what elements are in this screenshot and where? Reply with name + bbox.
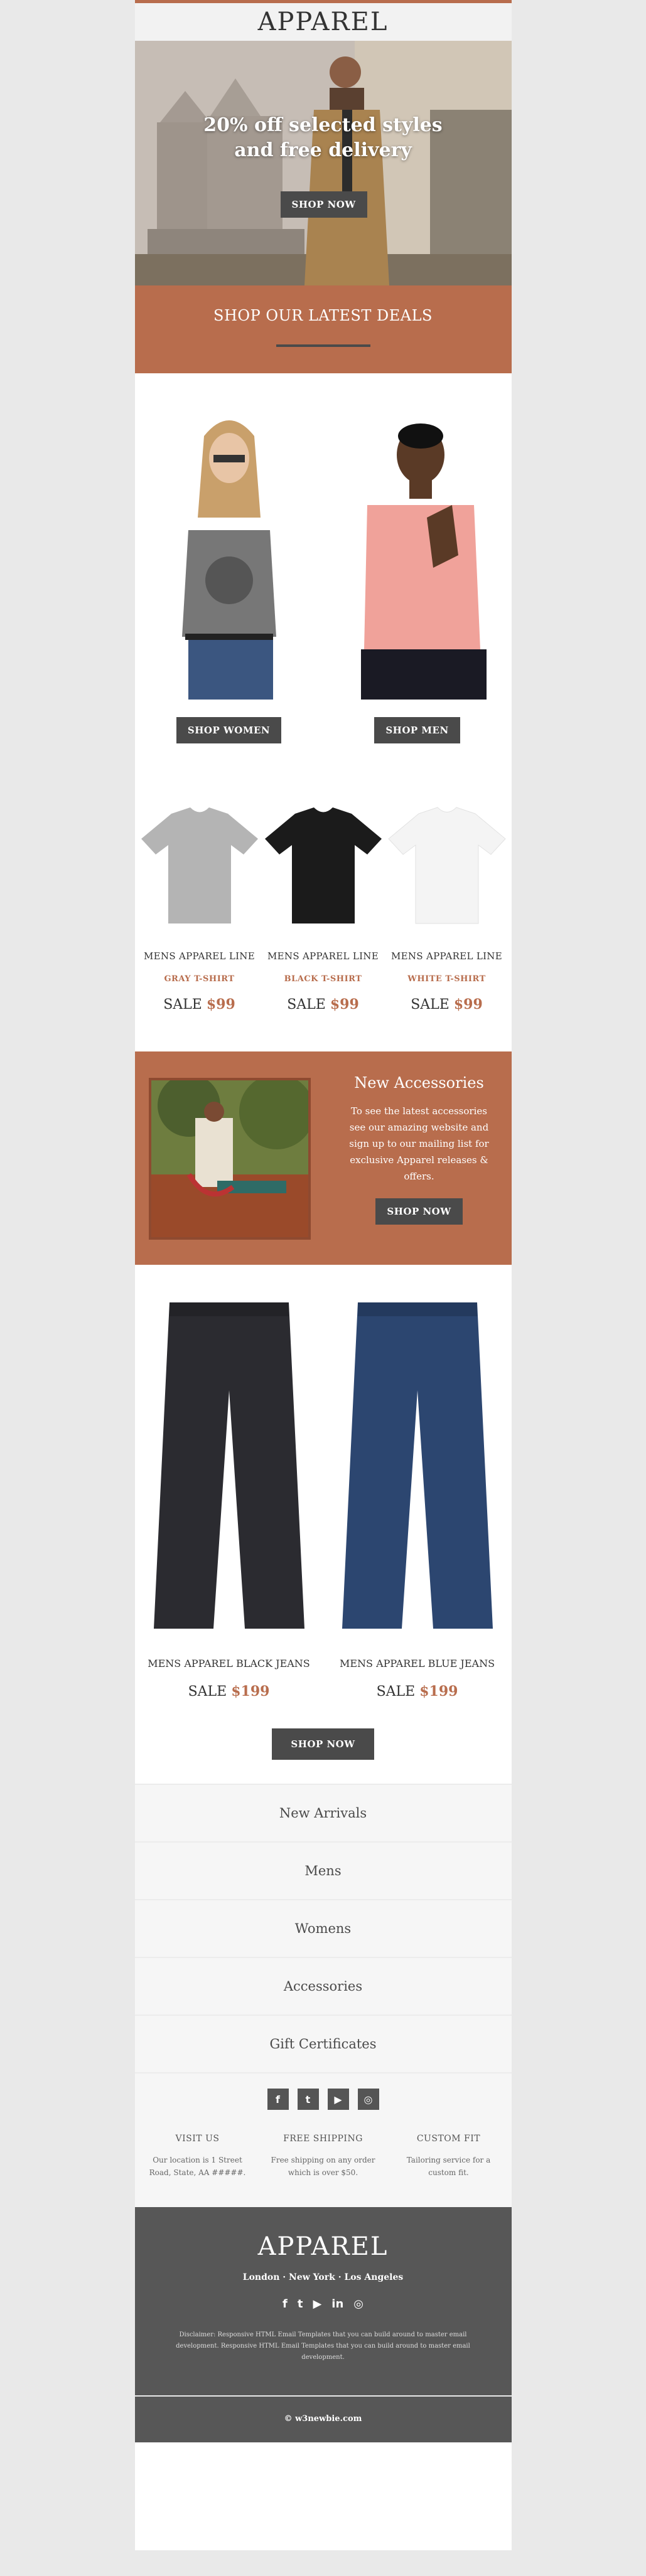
product-name: MENS APPAREL BLUE JEANS <box>339 1658 495 1669</box>
accessories-photo[interactable] <box>148 1078 311 1240</box>
menu-item-new-arrivals[interactable]: New Arrivals <box>134 1784 512 1841</box>
product-variant: BLACK T-SHIRT <box>284 974 362 984</box>
product-price: SALE $199 <box>138 1683 320 1700</box>
accessories-content: New Accessories To see the latest access… <box>342 1074 497 1225</box>
twitter-icon[interactable]: t <box>297 2089 319 2110</box>
menu-item-womens[interactable]: Womens <box>134 1899 512 1957</box>
footer-logo[interactable]: APPAREL <box>135 2207 512 2261</box>
product-card[interactable]: MENS APPAREL BLUE JEANS SALE $199 <box>326 1302 509 1700</box>
product-card[interactable]: MENS APPAREL BLACK JEANS SALE $199 <box>138 1302 320 1700</box>
featured-women: SHOP WOMEN <box>138 398 320 743</box>
product-name: MENS APPAREL LINE <box>144 950 255 962</box>
sale-label: SALE <box>287 997 326 1013</box>
logo[interactable]: APPAREL <box>258 8 389 36</box>
info-body: Free shipping on any order which is over… <box>271 2156 375 2177</box>
facebook-icon[interactable]: f <box>267 2089 289 2110</box>
sale-label: SALE <box>376 1684 416 1700</box>
instagram-icon[interactable]: ◎ <box>353 2297 363 2311</box>
info-visit-us: VISIT US Our location is 1 Street Road, … <box>141 2134 254 2207</box>
hero-headline-line1: 20% off selected styles <box>203 114 443 136</box>
sale-label: SALE <box>411 997 450 1013</box>
black-jeans-image <box>153 1302 304 1629</box>
youtube-icon[interactable]: ▶ <box>327 2089 349 2110</box>
facebook-icon[interactable]: f <box>283 2297 288 2311</box>
white-tshirt-image <box>387 807 506 924</box>
info-custom-fit: CUSTOM FIT Tailoring service for a custo… <box>392 2134 505 2207</box>
black-tshirt-image <box>264 807 382 923</box>
deals-title: SHOP OUR LATEST DEALS <box>213 307 433 324</box>
jeans-shop-now-button[interactable]: SHOP NOW <box>272 1728 374 1760</box>
sale-label: SALE <box>163 997 202 1013</box>
jeans-grid: MENS APPAREL BLACK JEANS SALE $199 MENS … <box>135 1302 512 1700</box>
accessories-title: New Accessories <box>354 1074 484 1092</box>
men-photo[interactable] <box>332 398 502 700</box>
youtube-icon[interactable]: ▶ <box>313 2297 321 2311</box>
footer-disclaimer: Disclaimer: Responsive HTML Email Templa… <box>176 2331 470 2361</box>
price-value: $99 <box>330 996 359 1013</box>
menu-item-gift-certificates[interactable]: Gift Certificates <box>134 2014 512 2072</box>
shop-women-button[interactable]: SHOP WOMEN <box>176 717 282 743</box>
footer-social-icons: f t ▶ in ◎ <box>135 2297 512 2311</box>
header: APPAREL <box>134 3 512 41</box>
social-links: f t ▶ ◎ <box>134 2072 512 2110</box>
info-free-shipping: FREE SHIPPING Free shipping on any order… <box>267 2134 380 2207</box>
product-variant: WHITE T-SHIRT <box>407 974 486 984</box>
footer-divider <box>134 2395 512 2397</box>
info-heading: CUSTOM FIT <box>416 2134 481 2144</box>
product-card[interactable]: MENS APPAREL LINE WHITE T-SHIRT SALE $99 <box>387 801 507 1013</box>
footer: APPAREL London · New York · Los Angeles … <box>134 2207 512 2442</box>
product-price: SALE $199 <box>326 1683 509 1700</box>
hero-headline-line2: and free delivery <box>234 139 412 161</box>
twitter-icon[interactable]: t <box>298 2297 303 2311</box>
price-value: $199 <box>231 1683 270 1700</box>
women-photo[interactable] <box>144 398 314 700</box>
product-name: MENS APPAREL LINE <box>391 950 502 962</box>
product-variant: GRAY T-SHIRT <box>164 974 235 984</box>
jeans-cta: SHOP NOW <box>135 1728 512 1760</box>
deals-divider <box>276 344 370 347</box>
gray-tshirt-image <box>141 807 258 923</box>
price-value: $99 <box>453 996 483 1013</box>
product-name: MENS APPAREL BLACK JEANS <box>148 1658 310 1669</box>
info-heading: VISIT US <box>175 2134 220 2144</box>
price-value: $99 <box>206 996 235 1013</box>
accessories-shop-now-button[interactable]: SHOP NOW <box>375 1198 463 1225</box>
menu-item-mens[interactable]: Mens <box>134 1841 512 1899</box>
price-value: $199 <box>419 1683 458 1700</box>
product-name: MENS APPAREL LINE <box>267 950 379 962</box>
shop-men-button[interactable]: SHOP MEN <box>374 717 460 743</box>
product-card[interactable]: MENS APPAREL LINE GRAY T-SHIRT SALE $99 <box>140 801 259 1013</box>
deals-banner: SHOP OUR LATEST DEALS <box>134 285 512 373</box>
hero-headline: 20% off selected styles and free deliver… <box>135 113 512 163</box>
tshirt-grid: MENS APPAREL LINE GRAY T-SHIRT SALE $99 … <box>135 801 512 1013</box>
product-price: SALE $99 <box>387 996 507 1013</box>
product-card[interactable]: MENS APPAREL LINE BLACK T-SHIRT SALE $99 <box>264 801 383 1013</box>
featured-section: SHOP WOMEN SHOP MEN <box>135 373 512 743</box>
hero-banner[interactable]: 20% off selected styles and free deliver… <box>134 41 512 285</box>
info-section: VISIT US Our location is 1 Street Road, … <box>134 2110 512 2207</box>
featured-men: SHOP MEN <box>326 398 509 743</box>
linkedin-icon[interactable]: in <box>331 2297 343 2311</box>
product-price: SALE $99 <box>264 996 383 1013</box>
info-body: Our location is 1 Street Road, State, AA… <box>149 2156 246 2177</box>
product-price: SALE $99 <box>140 996 259 1013</box>
accessories-description: To see the latest accessories see our am… <box>349 1105 489 1182</box>
accessories-banner: New Accessories To see the latest access… <box>134 1051 512 1265</box>
hero-shop-now-button[interactable]: SHOP NOW <box>280 191 367 218</box>
footer-copyright[interactable]: © w3newbie.com <box>135 2414 512 2424</box>
email-page: APPAREL 20% off selected styles and free… <box>134 0 512 2550</box>
hero-image <box>134 41 512 285</box>
menu-item-accessories[interactable]: Accessories <box>134 1957 512 2014</box>
info-heading: FREE SHIPPING <box>283 2134 363 2144</box>
instagram-icon[interactable]: ◎ <box>357 2089 379 2110</box>
sale-label: SALE <box>188 1684 227 1700</box>
info-body: Tailoring service for a custom fit. <box>406 2156 491 2177</box>
blue-jeans-image <box>342 1302 493 1629</box>
footer-cities: London · New York · Los Angeles <box>242 2272 404 2282</box>
nav-menu: New Arrivals Mens Womens Accessories Gif… <box>134 1784 512 2072</box>
